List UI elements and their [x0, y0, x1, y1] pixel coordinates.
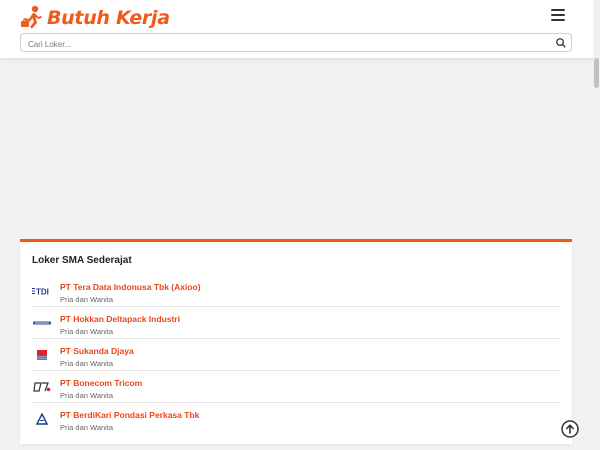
list-item[interactable]: PT BerdiKari Pondasi Perkasa Tbk Pria da… [32, 403, 560, 435]
runner-briefcase-icon [21, 5, 42, 29]
gender-requirement: Pria dan Wanita [60, 295, 114, 304]
arrow-up-circle-icon[interactable] [561, 420, 579, 438]
svg-text:TDI: TDI [36, 288, 49, 297]
list-item[interactable]: TDI PT Tera Data Indonusa Tbk (Axioo) Pr… [32, 275, 560, 307]
company-name[interactable]: PT Hokkan Deltapack Industri [60, 314, 180, 324]
company-logo [32, 348, 52, 362]
scrollbar-thumb[interactable] [594, 58, 599, 88]
list-item[interactable]: PT Sukanda Djaya Pria dan Wanita [32, 339, 560, 371]
sukanda-logo-icon [36, 349, 48, 361]
bonecom-logo-icon [33, 382, 51, 392]
site-logo[interactable]: Butuh Kerja [20, 5, 170, 31]
company-name[interactable]: PT Tera Data Indonusa Tbk (Axioo) [60, 282, 201, 292]
gender-requirement: Pria dan Wanita [60, 327, 114, 336]
logo-text: Butuh Kerja [47, 7, 170, 29]
search-box [20, 33, 572, 53]
hokkan-logo-icon [33, 321, 51, 325]
job-list: TDI PT Tera Data Indonusa Tbk (Axioo) Pr… [32, 275, 560, 435]
company-logo: TDI [32, 284, 52, 298]
company-logo [32, 412, 52, 426]
job-list-card: Loker SMA Sederajat TDI PT Tera Data Ind… [20, 239, 572, 444]
gender-requirement: Pria dan Wanita [60, 423, 114, 432]
site-header: Butuh Kerja [0, 0, 593, 58]
hamburger-menu-icon[interactable] [551, 9, 565, 21]
gender-requirement: Pria dan Wanita [60, 359, 114, 368]
company-name[interactable]: PT BerdiKari Pondasi Perkasa Tbk [60, 410, 199, 420]
search-icon[interactable] [555, 37, 566, 48]
tdi-logo-icon: TDI [32, 288, 49, 297]
search-input[interactable] [21, 36, 541, 53]
list-item[interactable]: PT Hokkan Deltapack Industri Pria dan Wa… [32, 307, 560, 339]
list-item[interactable]: PT Bonecom Tricom Pria dan Wanita [32, 371, 560, 403]
company-logo [32, 380, 52, 394]
company-logo [32, 316, 52, 330]
company-name[interactable]: PT Bonecom Tricom [60, 378, 142, 388]
card-title: Loker SMA Sederajat [32, 255, 132, 266]
page-scrollbar[interactable] [593, 0, 600, 450]
company-name[interactable]: PT Sukanda Djaya [60, 346, 134, 356]
gender-requirement: Pria dan Wanita [60, 391, 114, 400]
berdikari-logo-icon [36, 413, 48, 425]
